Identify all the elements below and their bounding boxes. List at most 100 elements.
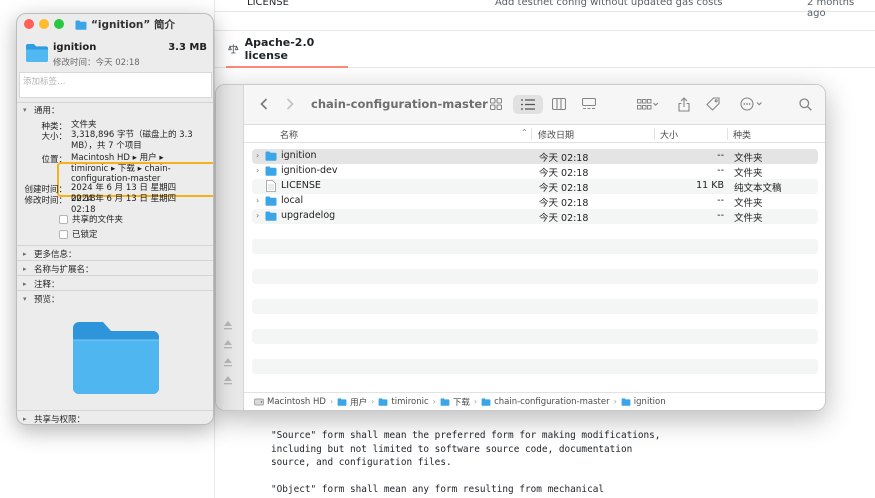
empty-row [252, 299, 818, 314]
row-kind: 文件夹 [734, 168, 763, 179]
section-preview[interactable]: ▾ 预览： [23, 293, 60, 305]
path-segment[interactable]: 下载 [440, 396, 470, 408]
row-date: 今天 02:18 [539, 153, 589, 164]
tab-license[interactable]: Apache-2.0 license [226, 31, 348, 68]
column-kind[interactable]: 种类 [733, 128, 751, 141]
kind-value: 文件夹 [71, 120, 97, 130]
file-list-row[interactable]: LICENSE Add testnet config without updat… [215, 0, 875, 19]
row-name: upgradelog [281, 210, 336, 221]
folder-icon [265, 196, 277, 206]
forward-button[interactable] [282, 96, 298, 112]
commit-message-link[interactable]: Add testnet config without updated gas c… [495, 0, 722, 8]
empty-row [252, 359, 818, 374]
folder-title: chain-configuration-master [311, 97, 488, 111]
path-segment[interactable]: chain-configuration-master [481, 397, 610, 407]
empty-row [252, 239, 818, 254]
column-name[interactable]: 名称 [280, 128, 298, 141]
path-chevron-icon: › [329, 397, 334, 406]
folder-icon [378, 397, 388, 406]
disclosure-right-icon: ▸ [23, 280, 27, 288]
modified-value: 2024 年 6 月 13 日 星期四 02:18 [71, 194, 177, 215]
search-button[interactable] [796, 95, 814, 113]
file-name-link[interactable]: LICENSE [247, 0, 289, 8]
finder-toolbar: chain-configuration-master [244, 85, 825, 125]
disclosure-chevron-icon[interactable]: › [256, 151, 264, 161]
path-bar: Macintosh HD › 用户 › timironic › 下载 › cha… [244, 392, 825, 410]
row-kind: 纯文本文稿 [734, 183, 782, 194]
disclosure-chevron-icon[interactable]: › [256, 211, 264, 221]
actions-button[interactable] [738, 96, 768, 112]
commit-age: 2 months ago [807, 0, 855, 19]
zoom-button[interactable] [54, 19, 64, 29]
readme-tabbar: Apache-2.0 license [215, 30, 875, 68]
checkbox-box[interactable] [59, 229, 68, 239]
path-chevron-icon: › [432, 397, 436, 406]
divider [17, 275, 213, 276]
section-more-info[interactable]: ▸ 更多信息： [23, 248, 77, 260]
section-general-label: 通用： [34, 106, 60, 116]
license-line: including but not limited to software so… [271, 444, 633, 455]
column-separator[interactable] [654, 128, 655, 140]
section-name-ext-label: 名称与扩展名： [34, 265, 94, 275]
chevron-left-icon [260, 98, 268, 110]
back-button[interactable] [256, 96, 272, 112]
eject-icon[interactable] [223, 357, 233, 367]
column-separator[interactable] [727, 128, 728, 140]
view-gallery-button[interactable] [580, 96, 598, 112]
minimize-button[interactable] [39, 19, 49, 29]
path-segment[interactable]: timironic [378, 397, 429, 407]
column-date[interactable]: 修改日期 [538, 128, 574, 141]
path-segment[interactable]: ignition [621, 397, 666, 407]
finder-window: chain-configuration-master 名称 ⌃ 修改日期 大小 … [215, 84, 826, 411]
sort-chevron-icon[interactable]: ⌃ [521, 128, 528, 137]
info-titlebar[interactable]: “ignition” 简介 [17, 14, 213, 34]
path-segment[interactable]: Macintosh HD [254, 397, 326, 407]
tags-input[interactable]: 添加标签… [19, 72, 212, 98]
shared-folder-label: 共享的文件夹 [72, 215, 124, 225]
column-separator[interactable] [531, 128, 532, 140]
view-list-button[interactable] [513, 95, 543, 114]
path-segment-label: Macintosh HD [267, 396, 326, 407]
tag-button[interactable] [705, 95, 721, 113]
folder-icon [481, 397, 491, 406]
empty-row [252, 254, 818, 269]
section-comments[interactable]: ▸ 注释： [23, 278, 60, 290]
table-row[interactable]: LICENSE 今天 02:18 11 KB 纯文本文稿 [252, 179, 818, 194]
disclosure-right-icon: ▸ [23, 250, 27, 258]
path-segment-label: 下载 [452, 397, 470, 408]
share-button[interactable] [676, 95, 692, 113]
close-button[interactable] [24, 19, 34, 29]
row-size: 11 KB [696, 180, 724, 191]
empty-row [252, 224, 818, 239]
section-general[interactable]: ▾ 通用： [23, 104, 60, 116]
tag-icon [706, 97, 720, 111]
section-sharing[interactable]: ▸ 共享与权限： [23, 413, 85, 424]
row-kind: 文件夹 [734, 213, 763, 224]
row-name: ignition [281, 150, 317, 161]
table-row[interactable]: › upgradelog 今天 02:18 -- 文件夹 [252, 209, 818, 224]
column-size[interactable]: 大小 [660, 128, 678, 141]
eject-icon[interactable] [223, 320, 233, 330]
eject-icon[interactable] [223, 339, 233, 349]
section-preview-label: 预览： [34, 295, 60, 305]
shared-folder-checkbox[interactable]: 共享的文件夹 [59, 213, 123, 225]
locked-checkbox[interactable]: 已锁定 [59, 228, 98, 240]
table-row[interactable]: › ignition-dev 今天 02:18 -- 文件夹 [252, 164, 818, 179]
disclosure-chevron-icon[interactable]: › [256, 166, 264, 176]
scale-icon [228, 43, 239, 53]
disclosure-chevron-icon[interactable]: › [256, 196, 264, 206]
view-columns-button[interactable] [550, 96, 568, 112]
empty-row [252, 374, 818, 389]
row-kind: 文件夹 [734, 198, 763, 209]
path-segment[interactable]: 用户 [337, 396, 367, 408]
section-name-ext[interactable]: ▸ 名称与扩展名： [23, 263, 94, 275]
size-label: 大小： [41, 132, 67, 142]
group-button[interactable] [634, 96, 662, 112]
table-row[interactable]: › local 今天 02:18 -- 文件夹 [252, 194, 818, 209]
table-row[interactable]: › ignition 今天 02:18 -- 文件夹 [252, 149, 818, 164]
item-modified-short: 修改时间：今天 02:18 [53, 58, 140, 68]
disclosure-right-icon: ▸ [23, 265, 27, 273]
eject-icon[interactable] [223, 375, 233, 385]
view-icons-button[interactable] [487, 96, 505, 112]
checkbox-box[interactable] [59, 214, 68, 224]
